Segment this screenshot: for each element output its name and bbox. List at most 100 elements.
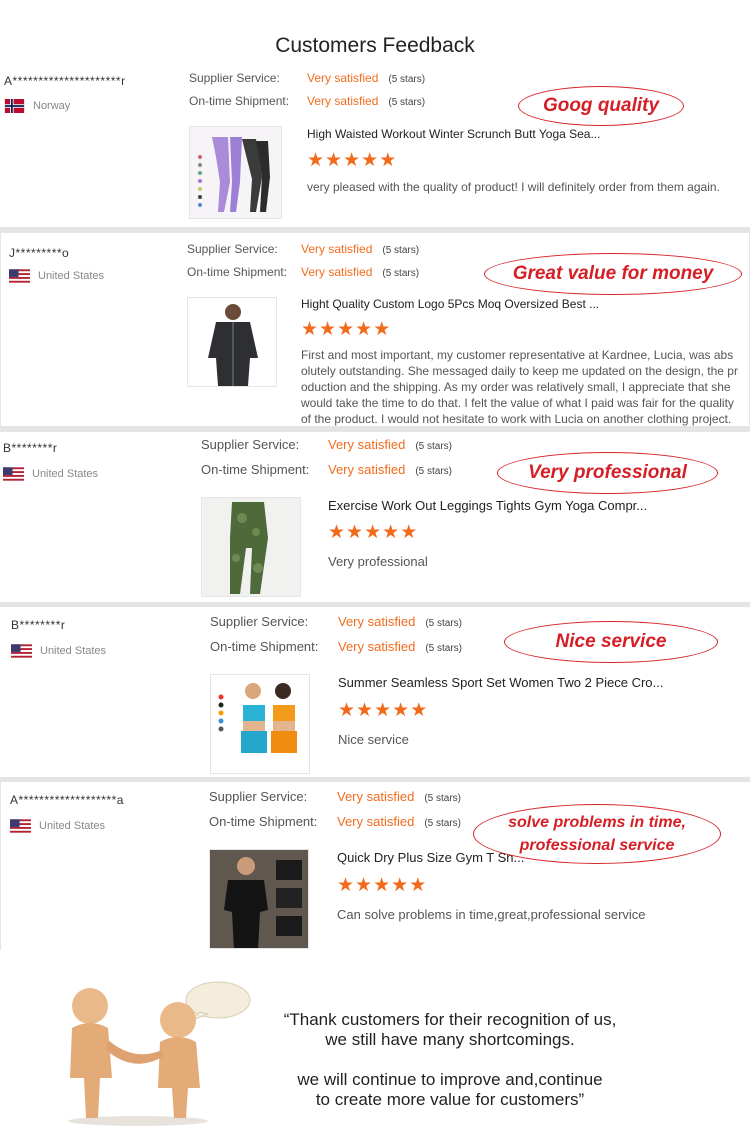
star-rating: ★ ★ ★ ★ ★	[337, 876, 426, 895]
country-label: United States	[32, 468, 99, 480]
shipment-label: On-time Shipment:	[201, 462, 310, 477]
shipment-value: Very satisfied	[337, 814, 415, 829]
page-title: Customers Feedback	[275, 34, 475, 57]
star-icon: ★	[410, 700, 428, 721]
product-thumbnail[interactable]	[201, 497, 301, 597]
reviewer-name: A*********************r	[4, 74, 126, 88]
star-icon: ★	[373, 319, 391, 340]
shipment-label: On-time Shipment:	[210, 639, 319, 654]
review-comment: Can solve problems in time,great,profess…	[337, 907, 646, 922]
callout-line: professional service	[519, 837, 675, 854]
callout-line: solve problems in time,	[508, 814, 686, 831]
service-ratings: Supplier Service: Very satisfied (5 stars)…	[187, 242, 419, 288]
product-thumbnail[interactable]	[187, 297, 277, 387]
shipment-value: Very satisfied	[328, 462, 406, 477]
supplier-service-label: Supplier Service:	[210, 614, 309, 629]
us-flag-icon	[3, 467, 24, 481]
star-icon: ★	[374, 700, 392, 721]
star-icon: ★	[338, 700, 356, 721]
star-icon: ★	[356, 700, 374, 721]
star-icon: ★	[361, 150, 379, 171]
thank-you-line: we still have many shortcomings.	[325, 1030, 575, 1049]
star-icon: ★	[343, 150, 361, 171]
supplier-service-stars: (5 stars)	[388, 74, 426, 85]
star-icon: ★	[409, 875, 427, 896]
reviewer-country: United States	[11, 644, 106, 658]
product-thumbnail[interactable]	[189, 126, 282, 219]
review-card: B********r United States Supplier Servic…	[0, 432, 750, 607]
supplier-service-stars: (5 stars)	[415, 441, 452, 452]
thank-you-line: to create more value for customers”	[315, 1090, 585, 1109]
review-card: J*********o United States Supplier Servi…	[0, 232, 750, 432]
supplier-service-label: Supplier Service:	[209, 789, 308, 804]
supplier-service-label: Supplier Service:	[189, 71, 280, 85]
reviewer-name: B********r	[3, 441, 58, 455]
product-thumbnail[interactable]	[209, 849, 309, 949]
star-icon: ★	[391, 875, 409, 896]
star-icon: ★	[301, 319, 319, 340]
review-card: A*******************a United States Supp…	[0, 782, 750, 950]
callout-ellipse: Nice service	[504, 621, 718, 663]
thank-you-line: we will continue to improve and,continue	[297, 1070, 603, 1089]
shipment-label: On-time Shipment:	[189, 94, 290, 108]
star-icon: ★	[379, 150, 397, 171]
shipment-value: Very satisfied	[307, 94, 379, 108]
star-icon: ★	[373, 875, 391, 896]
reviewer-name: J*********o	[9, 246, 70, 260]
supplier-service-value: Very satisfied	[337, 789, 415, 804]
callout-ellipse: Goog quality	[518, 86, 684, 126]
shipment-stars: (5 stars)	[424, 818, 461, 829]
supplier-service-value: Very satisfied	[307, 71, 379, 85]
star-icon: ★	[346, 522, 364, 543]
star-icon: ★	[364, 522, 382, 543]
norway-flag-icon	[4, 99, 25, 113]
shipment-stars: (5 stars)	[388, 97, 426, 108]
country-label: United States	[40, 645, 107, 657]
reviewer-country: United States	[3, 467, 98, 481]
callout-ellipse: Very professional	[497, 452, 718, 494]
thank-you-line: “Thank customers for their recognition o…	[283, 1010, 617, 1029]
supplier-service-value: Very satisfied	[328, 437, 406, 452]
review-card: B********r United States Supplier Servic…	[0, 607, 750, 782]
product-name[interactable]: Exercise Work Out Leggings Tights Gym Yo…	[328, 498, 668, 513]
service-ratings: Supplier Service: Very satisfied (5 stars)…	[210, 614, 462, 664]
reviewer-country: United States	[9, 269, 104, 283]
service-ratings: Supplier Service: Very satisfied (5 stars)…	[201, 437, 452, 487]
star-icon: ★	[392, 700, 410, 721]
speech-bubble-icon	[185, 981, 251, 1019]
supplier-service-label: Supplier Service:	[187, 242, 278, 256]
star-rating: ★ ★ ★ ★ ★	[307, 151, 396, 170]
shipment-label: On-time Shipment:	[209, 814, 318, 829]
shipment-stars: (5 stars)	[415, 466, 452, 477]
shipment-stars: (5 stars)	[382, 268, 420, 279]
shipment-stars: (5 stars)	[425, 643, 462, 654]
star-rating: ★ ★ ★ ★ ★	[338, 701, 427, 720]
shipment-label: On-time Shipment:	[187, 265, 288, 279]
star-icon: ★	[400, 522, 418, 543]
handshake-figures-illustration	[68, 981, 251, 1126]
reviewer-country: United States	[10, 819, 105, 833]
shipment-value: Very satisfied	[338, 639, 416, 654]
star-icon: ★	[382, 522, 400, 543]
star-icon: ★	[337, 875, 355, 896]
us-flag-icon	[11, 644, 32, 658]
product-name[interactable]: High Waisted Workout Winter Scrunch Butt…	[307, 127, 637, 141]
star-icon: ★	[325, 150, 343, 171]
reviewer-name: A*******************a	[10, 793, 124, 807]
star-icon: ★	[355, 875, 373, 896]
shipment-value: Very satisfied	[301, 265, 373, 279]
country-label: United States	[39, 820, 106, 832]
star-icon: ★	[319, 319, 337, 340]
callout-ellipse: Great value for money	[484, 253, 742, 295]
product-name[interactable]: Hight Quality Custom Logo 5Pcs Moq Overs…	[301, 297, 631, 311]
reviewer-country: Norway	[4, 99, 70, 113]
supplier-service-stars: (5 stars)	[424, 793, 461, 804]
review-comment: Very professional	[328, 554, 428, 569]
star-rating: ★ ★ ★ ★ ★	[301, 320, 390, 339]
us-flag-icon	[10, 819, 31, 833]
product-thumbnail[interactable]	[210, 674, 310, 774]
service-ratings: Supplier Service: Very satisfied (5 stars)…	[189, 71, 425, 117]
us-flag-icon	[9, 269, 30, 283]
product-name[interactable]: Summer Seamless Sport Set Women Two 2 Pi…	[338, 675, 678, 690]
reviewer-name: B********r	[11, 618, 66, 632]
